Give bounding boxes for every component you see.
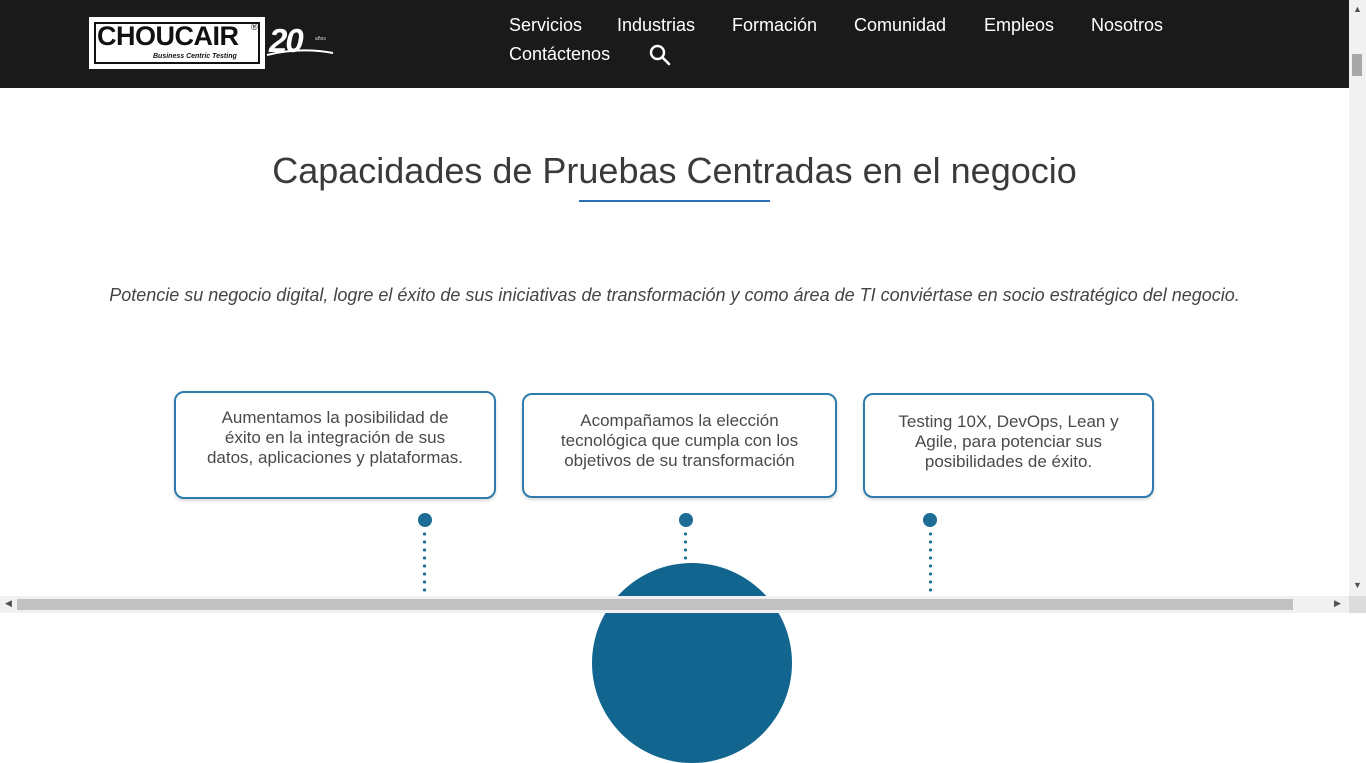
capability-card-integration: Aumentamos la posibilidad de éxito en la… [174, 391, 496, 499]
capability-card-testing: Testing 10X, DevOps, Lean y Agile, para … [863, 393, 1154, 498]
search-icon[interactable] [648, 43, 672, 67]
nav-servicios[interactable]: Servicios [509, 14, 582, 36]
horizontal-scrollbar[interactable]: ◀ ▶ [0, 596, 1349, 613]
nav-formacion[interactable]: Formación [732, 14, 817, 36]
scrollbar-corner [1349, 596, 1366, 613]
connector-dot [923, 513, 937, 527]
connector-dotted-line [929, 530, 932, 592]
scroll-down-icon[interactable]: ▼ [1353, 580, 1362, 590]
top-navbar: CHOUCAIR ® Business Centric Testing 20 a… [0, 0, 1349, 88]
page-subtitle: Potencie su negocio digital, logre el éx… [109, 285, 1240, 305]
logo-tagline: Business Centric Testing [153, 53, 237, 60]
logo-swoosh-icon [266, 49, 334, 56]
logo-registered-mark: ® [251, 22, 258, 32]
card-line: éxito en la integración de sus [224, 428, 446, 447]
anniversary-caption: años [315, 36, 326, 42]
card-line: objetivos de su transformación [564, 450, 795, 470]
capability-card-technology: Acompañamos la elección tecnológica que … [522, 393, 837, 498]
vertical-scrollbar[interactable]: ▲ ▼ [1349, 0, 1366, 596]
page-title: Capacidades de Pruebas Centradas en el n… [272, 150, 1077, 191]
logo-text: CHOUCAIR [97, 21, 239, 51]
logo-box: CHOUCAIR ® Business Centric Testing [89, 17, 265, 69]
central-circle [592, 563, 792, 763]
connector-dot [679, 513, 693, 527]
card-line: datos, aplicaciones y plataformas. [206, 448, 464, 467]
nav-industrias[interactable]: Industrias [617, 14, 695, 36]
card-text: Testing 10X, DevOps, Lean y Agile, para … [898, 412, 1118, 472]
connector-dotted-line [423, 530, 426, 592]
scroll-up-icon[interactable]: ▲ [1353, 4, 1362, 14]
nav-nosotros[interactable]: Nosotros [1091, 14, 1163, 36]
nav-empleos[interactable]: Empleos [984, 14, 1054, 36]
nav-contactenos[interactable]: Contáctenos [509, 43, 610, 65]
connector-dotted-line [684, 530, 687, 562]
choucair-logo[interactable]: CHOUCAIR ® Business Centric Testing 20 a… [89, 17, 339, 73]
scroll-left-icon[interactable]: ◀ [5, 598, 12, 609]
card-text: Acompañamos la elección tecnológica que … [561, 411, 798, 471]
card-line: Aumentamos la posibilidad de [221, 408, 449, 427]
card-line: posibilidades de éxito. [924, 451, 1093, 471]
card-line: Agile, para potenciar sus [914, 431, 1103, 451]
connector-dot [418, 513, 432, 527]
title-underline [579, 200, 770, 202]
card-line: Acompañamos la elección [580, 410, 779, 430]
vertical-scroll-thumb[interactable] [1352, 54, 1362, 76]
card-line: tecnológica que cumpla con los [560, 430, 799, 450]
card-line: Testing 10X, DevOps, Lean y [898, 411, 1119, 431]
scroll-right-icon[interactable]: ▶ [1334, 598, 1341, 609]
nav-comunidad[interactable]: Comunidad [854, 14, 946, 36]
horizontal-scroll-thumb[interactable] [17, 599, 1293, 610]
card-text: Aumentamos la posibilidad de éxito en la… [207, 408, 463, 468]
